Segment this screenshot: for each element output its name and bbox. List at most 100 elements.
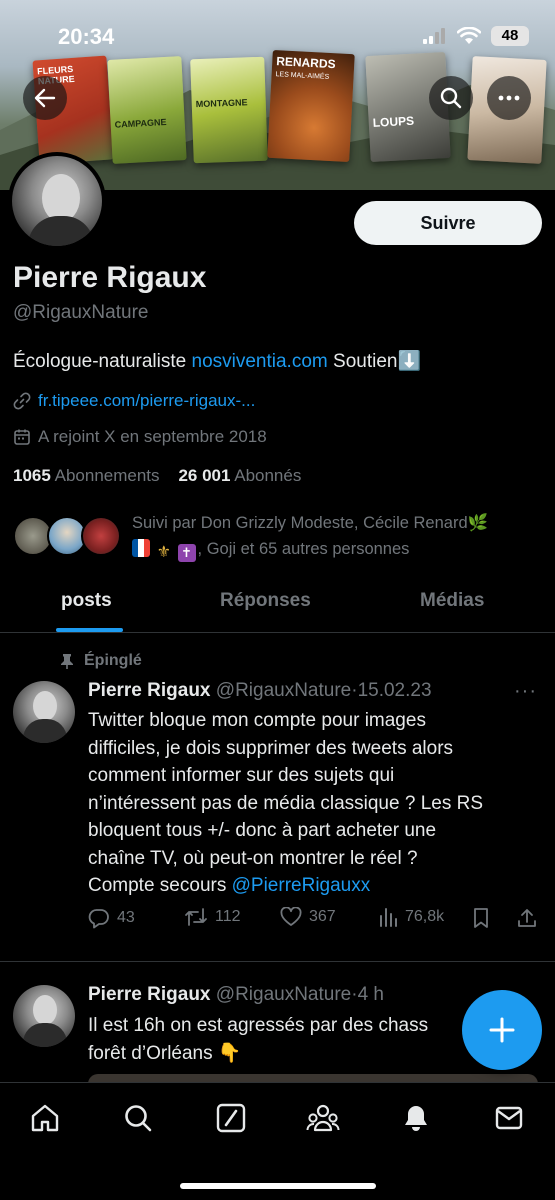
- tweet-date[interactable]: 15.02.23: [358, 680, 432, 701]
- tweet-line: bloquent tous +/- donc à part acheter un…: [88, 820, 437, 841]
- tweet-line: difficiles, je dois supprimer des tweets…: [88, 737, 454, 759]
- wifi-icon: [457, 27, 481, 44]
- profile-joined-text: A rejoint X en septembre 2018: [38, 427, 267, 446]
- search-icon: [125, 1105, 152, 1132]
- book-cover-3: MONTAGNE: [190, 56, 268, 164]
- nav-grok[interactable]: [214, 1101, 248, 1135]
- profile-name: Pierre Rigaux: [13, 261, 207, 294]
- latin-cross-icon: ✝: [177, 544, 196, 562]
- grok-icon: [216, 1103, 246, 1133]
- tab-posts[interactable]: posts: [61, 590, 112, 612]
- nav-messages[interactable]: [492, 1101, 526, 1135]
- nav-notifications[interactable]: [399, 1101, 433, 1135]
- book-title: MONTAGNE: [195, 97, 248, 110]
- reply-button[interactable]: 43: [88, 907, 135, 929]
- search-icon: [440, 87, 462, 109]
- bell-icon: [405, 1106, 427, 1131]
- views-button[interactable]: 76,8k: [378, 907, 444, 927]
- tweet-line: Compte secours @PierreRigauxx: [88, 872, 538, 900]
- battery-indicator: 48: [491, 26, 529, 46]
- bookmark-button[interactable]: [472, 907, 490, 929]
- followed-by-line2-wrap: ⚜ ✝, Goji et 65 autres personnes: [132, 536, 552, 562]
- bookmark-icon: [474, 908, 488, 928]
- tweet-line: comment informer sur des sujets qui: [88, 765, 395, 786]
- tab-active-indicator: [56, 628, 123, 632]
- profile-avatar[interactable]: [8, 152, 106, 250]
- back-button[interactable]: [23, 76, 67, 120]
- profile-tabs: posts Réponses Médias: [0, 580, 555, 633]
- book-cover-2: CAMPAGNE: [107, 56, 187, 164]
- bio-text: Écologue-naturaliste: [13, 351, 187, 372]
- book-title: RENARDS: [275, 54, 336, 72]
- tweet-mention[interactable]: @PierreRigauxx: [232, 875, 371, 896]
- link-icon: [13, 392, 31, 410]
- retweet-button[interactable]: 112: [184, 907, 241, 927]
- profile-stats: 1065 Abonnements 26 001 Abonnés: [13, 466, 301, 486]
- tab-media[interactable]: Médias: [420, 590, 484, 612]
- views-count: 76,8k: [405, 908, 445, 925]
- home-indicator: [180, 1183, 376, 1189]
- follower-avatar-3: [81, 516, 121, 556]
- book-subtitle: LES MAL-AIMÉS: [275, 71, 330, 81]
- plus-icon: [489, 1017, 515, 1043]
- tweet-author-name[interactable]: Pierre Rigaux: [88, 984, 211, 1005]
- followed-by-row[interactable]: Suivi par Don Grizzly Modeste, Cécile Re…: [13, 510, 543, 566]
- more-dots-icon: [498, 95, 520, 101]
- pinned-indicator: Épinglé: [60, 652, 142, 670]
- tweet-line-prefix: Compte secours: [88, 875, 227, 896]
- tweet-header: Pierre Rigaux @RigauxNature·15.02.23: [88, 680, 432, 702]
- tweet-author-avatar[interactable]: [13, 985, 75, 1047]
- tweet-line: forêt d’Orléans 👇: [88, 1042, 242, 1064]
- arrow-left-icon: [34, 88, 56, 108]
- nav-search[interactable]: [121, 1101, 155, 1135]
- profile-website-link[interactable]: fr.tipeee.com/pierre-rigaux-...: [38, 391, 255, 411]
- following-label: Abonnements: [54, 466, 160, 485]
- followers-label: Abonnés: [234, 466, 302, 485]
- tweet-line: n’intéressent pas de média classique ? L…: [88, 792, 484, 814]
- book-title: CAMPAGNE: [114, 117, 167, 130]
- tweet-more-icon[interactable]: ···: [514, 680, 537, 703]
- followers-stat[interactable]: 26 001 Abonnés: [178, 466, 301, 485]
- book-cover-4: RENARDS LES MAL-AIMÉS: [267, 49, 355, 163]
- profile-joined-row: A rejoint X en septembre 2018: [13, 427, 267, 447]
- tweet-line: Twitter bloque mon compte pour images: [88, 710, 426, 731]
- search-button[interactable]: [429, 76, 473, 120]
- status-bar: 20:34 48: [0, 22, 555, 52]
- compose-button[interactable]: [462, 990, 542, 1070]
- profile-bio: Écologue-naturaliste nosviventia.com Sou…: [13, 349, 421, 373]
- tweet-author-handle[interactable]: @RigauxNature: [216, 984, 351, 1005]
- bio-suffix: Soutien⬇️: [333, 351, 422, 372]
- follow-button[interactable]: Suivre: [354, 201, 542, 245]
- share-button[interactable]: [516, 907, 538, 929]
- fleur-de-lis-icon: ⚜: [156, 544, 171, 561]
- book-title: LOUPS: [372, 113, 415, 130]
- reply-count: 43: [117, 909, 135, 926]
- share-icon: [518, 909, 536, 927]
- status-time: 20:34: [58, 24, 115, 49]
- calendar-icon: [14, 429, 30, 445]
- retweet-count: 112: [215, 908, 241, 925]
- tweet-text: Il est 16h on est agressés par des chass…: [88, 1012, 468, 1067]
- profile-handle: @RigauxNature: [13, 302, 149, 323]
- more-button[interactable]: [487, 76, 531, 120]
- mail-icon: [495, 1106, 523, 1130]
- nav-home[interactable]: [28, 1101, 62, 1135]
- like-button[interactable]: 367: [280, 907, 336, 927]
- tweet-author-name[interactable]: Pierre Rigaux: [88, 680, 211, 701]
- avatar-photo: [12, 156, 102, 246]
- status-icons: 48: [423, 26, 529, 46]
- tab-replies[interactable]: Réponses: [220, 590, 311, 612]
- tweet-date[interactable]: 4 h: [358, 984, 384, 1005]
- tweet-line: chaîne TV, où peut-on montrer le réel ?: [88, 847, 418, 869]
- tweet-author-handle[interactable]: @RigauxNature: [216, 680, 351, 701]
- following-stat[interactable]: 1065 Abonnements: [13, 466, 160, 485]
- tweet-text: Twitter bloque mon compte pour images di…: [88, 707, 538, 900]
- following-count: 1065: [13, 466, 51, 485]
- bio-link[interactable]: nosviventia.com: [192, 351, 328, 372]
- pin-icon: [61, 654, 73, 669]
- tweet-author-avatar[interactable]: [13, 681, 75, 743]
- followed-by-line1: Suivi par Don Grizzly Modeste, Cécile Re…: [132, 514, 489, 532]
- nav-communities[interactable]: [306, 1101, 340, 1135]
- tweet-line: Il est 16h on est agressés par des chass: [88, 1015, 429, 1036]
- home-icon: [31, 1104, 59, 1132]
